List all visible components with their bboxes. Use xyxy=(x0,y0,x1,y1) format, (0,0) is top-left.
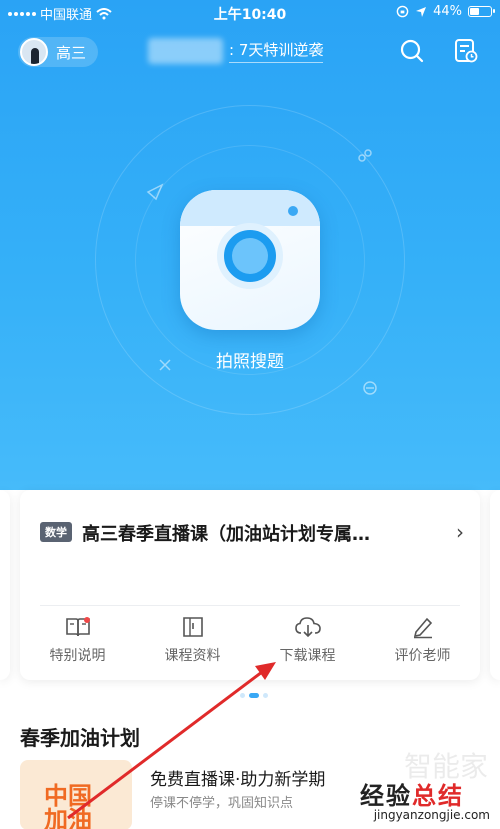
thumbnail-text: 中国 加油 xyxy=(44,782,92,829)
prev-card-peek[interactable] xyxy=(0,490,10,680)
course-title[interactable]: 高三春季直播课（加油站计划专属… xyxy=(82,520,370,546)
action-label: 评价老师 xyxy=(394,648,451,664)
watermark-text-b: 总结 xyxy=(412,782,464,810)
promo-text: : 7天特训逆袭 xyxy=(229,39,324,63)
divider xyxy=(40,605,460,606)
schedule-icon[interactable] xyxy=(453,38,479,64)
promo-subtitle: 停课不停学，巩固知识点 xyxy=(150,796,294,811)
action-download-course[interactable]: 下载课程 xyxy=(250,615,365,665)
carousel-indicator xyxy=(240,693,268,698)
chevron-right-icon[interactable]: › xyxy=(456,520,464,544)
subject-tag: 数学 xyxy=(40,522,72,542)
camera-flash-dot xyxy=(288,206,298,216)
hero-banner: 中国联通 上午10:40 44% 高三 : 7天特训逆袭 拍照搜题 xyxy=(0,0,500,490)
promo-banner[interactable]: : 7天特训逆袭 xyxy=(148,37,344,65)
battery-icon xyxy=(468,6,495,17)
promo-thumbnail[interactable]: 中国 加油 xyxy=(20,760,132,829)
watermark-text-a: 经验 xyxy=(360,782,412,810)
course-card[interactable]: 数学 高三春季直播课（加油站计划专属… › 特别说明 课程资料 下载课程 评价老… xyxy=(20,490,480,680)
action-course-materials[interactable]: 课程资料 xyxy=(135,615,250,665)
unread-dot xyxy=(84,617,90,623)
cloud-download-icon xyxy=(294,617,321,638)
course-actions: 特别说明 课程资料 下载课程 评价老师 xyxy=(20,615,480,665)
action-label: 特别说明 xyxy=(49,648,106,664)
blurred-logo xyxy=(148,38,223,64)
action-label: 课程资料 xyxy=(164,648,221,664)
watermark-logo: 经验总结 xyxy=(360,776,464,811)
watermark-url: jingyanzongjie.com xyxy=(373,808,490,822)
battery-percent: 44% xyxy=(433,4,462,19)
avatar xyxy=(20,38,48,66)
rotation-lock-icon xyxy=(396,5,409,18)
action-label: 下载课程 xyxy=(279,648,336,664)
search-icon[interactable] xyxy=(399,38,425,64)
photo-search-button[interactable] xyxy=(180,190,320,330)
action-special-notes[interactable]: 特别说明 xyxy=(20,615,135,665)
grade-selector[interactable]: 高三 xyxy=(18,37,98,67)
status-right: 44% xyxy=(396,4,495,19)
document-icon xyxy=(182,617,203,637)
section-title: 春季加油计划 xyxy=(20,726,140,750)
camera-icon xyxy=(217,223,283,289)
grade-label: 高三 xyxy=(56,43,87,62)
epsilon-icon xyxy=(363,381,377,395)
next-card-peek[interactable] xyxy=(490,490,500,680)
location-icon xyxy=(416,6,427,17)
status-bar: 中国联通 上午10:40 44% xyxy=(0,0,500,26)
molecule-icon xyxy=(358,149,372,162)
camera-top xyxy=(180,190,320,226)
action-rate-teacher[interactable]: 评价老师 xyxy=(365,615,480,665)
pencil-icon xyxy=(413,617,432,639)
photo-search-label[interactable]: 拍照搜题 xyxy=(0,347,500,372)
promo-title[interactable]: 免费直播课·助力新学期 xyxy=(150,765,325,790)
triangle-icon xyxy=(146,183,164,201)
